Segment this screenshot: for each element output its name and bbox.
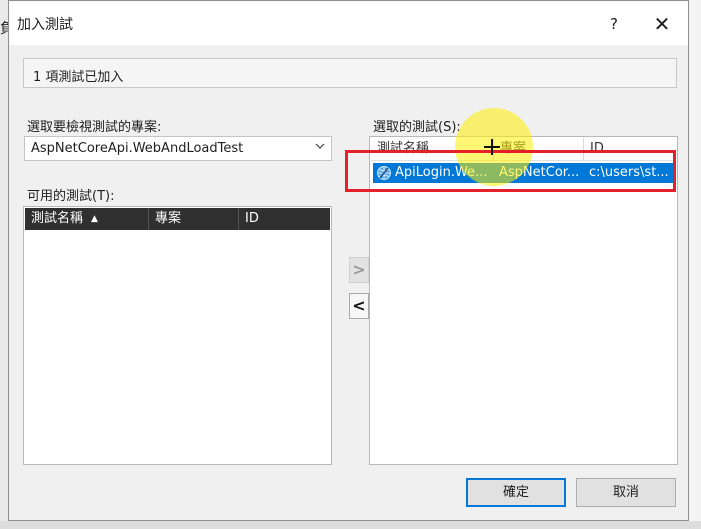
column-test-name-label: 測試名稱: [31, 211, 84, 226]
background-app-footer: [0, 521, 701, 529]
column-id[interactable]: ID: [238, 208, 330, 230]
close-button[interactable]: ✕: [647, 9, 677, 39]
cancel-button[interactable]: 取消: [576, 478, 676, 507]
background-app-panel: [688, 0, 701, 529]
dialog-title: 加入測試: [17, 17, 73, 33]
column-project[interactable]: 專案: [148, 208, 238, 230]
remove-test-button[interactable]: <: [349, 293, 369, 319]
chevron-down-icon: [315, 141, 325, 154]
ok-button[interactable]: 確定: [466, 478, 566, 507]
project-label: 選取要檢視測試的專案:: [27, 120, 162, 135]
add-test-button[interactable]: >: [349, 257, 369, 283]
project-dropdown-value: AspNetCoreApi.WebAndLoadTest: [31, 141, 244, 156]
sort-ascending-icon: ▲: [91, 214, 98, 224]
selected-tests-label: 選取的測試(S):: [373, 120, 461, 135]
annotation-highlight-box: [345, 150, 676, 192]
available-tests-header: 測試名稱 ▲ 專案 ID: [25, 208, 330, 230]
column-id-label: ID: [245, 211, 259, 226]
column-test-name[interactable]: 測試名稱 ▲: [25, 208, 148, 230]
column-project-label: 專案: [155, 211, 182, 226]
available-tests-label: 可用的測試(T):: [27, 189, 115, 204]
project-dropdown[interactable]: AspNetCoreApi.WebAndLoadTest: [24, 136, 332, 161]
status-message: 1 項測試已加入: [23, 58, 677, 88]
help-button[interactable]: ?: [599, 9, 629, 39]
title-bar: 加入測試 ? ✕: [9, 1, 688, 45]
add-tests-dialog: 加入測試 ? ✕ 1 項測試已加入 選取要檢視測試的專案: AspNetCore…: [8, 0, 689, 521]
move-cursor-icon: [483, 138, 501, 161]
available-tests-list[interactable]: 測試名稱 ▲ 專案 ID: [23, 206, 332, 465]
